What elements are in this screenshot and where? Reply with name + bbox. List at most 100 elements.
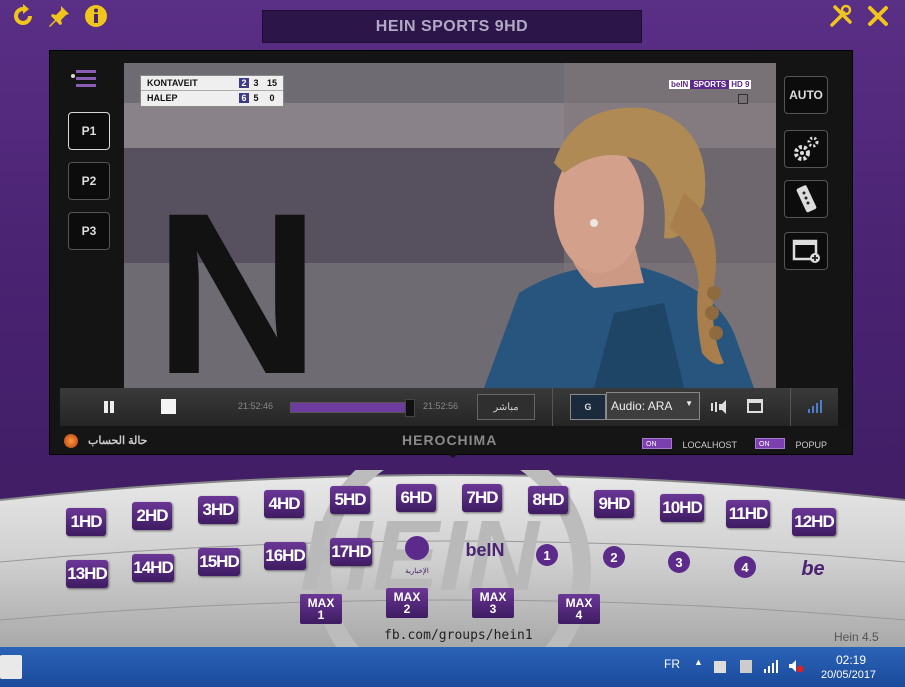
max-number: 3 bbox=[489, 602, 497, 616]
preset-p2-button[interactable]: P2 bbox=[68, 162, 110, 200]
brand-label: HEROCHIMA bbox=[402, 432, 498, 448]
flag-icon[interactable] bbox=[714, 661, 726, 673]
close-icon[interactable] bbox=[866, 4, 890, 28]
bein-3hd-logo[interactable]: 3 bbox=[668, 551, 690, 573]
logo-number: 2 bbox=[610, 549, 618, 565]
clock-date[interactable]: 20/05/2017 bbox=[821, 669, 876, 681]
preset-p1-button[interactable]: P1 bbox=[68, 112, 110, 150]
bein-news-logo[interactable]: الإخبارية bbox=[402, 536, 432, 575]
video-scene: N bbox=[124, 63, 776, 388]
toggle-state: ON bbox=[755, 438, 785, 450]
pin-icon[interactable] bbox=[47, 4, 71, 28]
pause-button[interactable] bbox=[102, 400, 116, 414]
channel-button-9hd[interactable]: 9HD bbox=[594, 490, 634, 518]
max-channel-button-4[interactable]: MAX 4 bbox=[558, 594, 600, 624]
channel-title: HEIN SPORTS 9HD bbox=[375, 17, 529, 35]
channel-title-bar: HEIN SPORTS 9HD bbox=[262, 10, 642, 43]
brand-arrow bbox=[443, 450, 463, 458]
divider bbox=[790, 388, 791, 426]
player-name: KONTAVEIT bbox=[147, 78, 198, 88]
overlay-square-icon bbox=[738, 94, 748, 104]
channel-button-12hd[interactable]: 12HD bbox=[792, 508, 836, 536]
max-channel-button-1[interactable]: MAX 1 bbox=[300, 594, 342, 624]
channel-overlay-logo: beIN SPORTS HD 9 bbox=[669, 77, 752, 91]
channel-panel: HEIN 1HD2HD3HD4HD5HD6HD7HD8HD9HD10HD11HD… bbox=[0, 470, 905, 647]
set-score: 5 bbox=[253, 93, 259, 103]
new-window-icon[interactable] bbox=[784, 232, 828, 270]
live-button[interactable]: مباشر bbox=[477, 394, 535, 420]
language-indicator[interactable]: FR bbox=[664, 657, 680, 671]
max-number: 4 bbox=[575, 608, 583, 622]
point-score: 0 bbox=[269, 93, 275, 103]
bein-sports-logo[interactable]: beIN bbox=[462, 540, 508, 566]
toggle-label: LOCALHOST bbox=[682, 440, 737, 450]
set-score: 3 bbox=[253, 78, 259, 88]
toggle-label: POPUP bbox=[795, 440, 827, 450]
device-icon[interactable] bbox=[740, 660, 752, 673]
localhost-toggle[interactable]: ON LOCALHOST bbox=[642, 435, 737, 453]
info-icon[interactable] bbox=[84, 4, 108, 28]
stop-button[interactable] bbox=[161, 399, 176, 414]
max-channel-button-2[interactable]: MAX 2 bbox=[386, 588, 428, 618]
logo-number: 3 bbox=[675, 554, 683, 570]
tray-expand-icon[interactable]: ▲ bbox=[694, 657, 703, 667]
logo-number: 4 bbox=[741, 559, 749, 575]
preset-p3-button[interactable]: P3 bbox=[68, 212, 110, 250]
max-channel-button-3[interactable]: MAX 3 bbox=[472, 588, 514, 618]
version-label: Hein 4.5 bbox=[834, 630, 879, 644]
divider bbox=[552, 388, 553, 426]
news-circle bbox=[405, 536, 429, 560]
channel-button-1hd[interactable]: 1HD bbox=[66, 508, 106, 536]
popup-toggle[interactable]: ON POPUP bbox=[755, 435, 827, 453]
channel-button-6hd[interactable]: 6HD bbox=[396, 484, 436, 512]
clock-time[interactable]: 02:19 bbox=[836, 653, 866, 667]
toggle-state: ON bbox=[642, 438, 672, 450]
bein-4hd-logo[interactable]: 4 bbox=[734, 556, 756, 578]
audio-select-value: Audio: ARA bbox=[611, 399, 673, 413]
channel-button-3hd[interactable]: 3HD bbox=[198, 496, 238, 524]
bein-logo-text: beIN bbox=[669, 79, 691, 89]
remote-icon[interactable] bbox=[784, 180, 828, 218]
volume-icon[interactable] bbox=[710, 399, 730, 415]
signal-icon bbox=[807, 398, 825, 414]
bein-2hd-logo[interactable]: 2 bbox=[603, 546, 625, 568]
account-status-label[interactable]: حالة الحساب bbox=[88, 434, 148, 447]
progress-handle[interactable] bbox=[405, 399, 416, 417]
channel-button-4hd[interactable]: 4HD bbox=[264, 490, 304, 518]
chevron-down-icon: ▼ bbox=[685, 399, 693, 408]
fullscreen-icon[interactable] bbox=[747, 399, 763, 413]
channel-button-15hd[interactable]: 15HD bbox=[198, 548, 240, 576]
channel-button-8hd[interactable]: 8HD bbox=[528, 486, 568, 514]
bein-junior-logo[interactable]: be bbox=[790, 558, 836, 586]
progress-bar[interactable] bbox=[290, 399, 416, 417]
footer-link[interactable]: fb.com/groups/hein1 bbox=[384, 628, 533, 643]
g-button[interactable]: G bbox=[570, 394, 606, 420]
hd-badge: HD 9 bbox=[729, 79, 752, 89]
app-window: HEIN SPORTS 9HD P1 P2 P3 N KONTAVEIT 2 3… bbox=[0, 0, 905, 647]
auto-button[interactable]: AUTO bbox=[784, 76, 828, 114]
settings-icon[interactable] bbox=[784, 130, 828, 168]
channel-button-11hd[interactable]: 11HD bbox=[726, 500, 770, 528]
menu-icon[interactable] bbox=[70, 69, 98, 91]
channel-button-7hd[interactable]: 7HD bbox=[462, 484, 502, 512]
network-icon[interactable] bbox=[764, 659, 778, 673]
video-frame[interactable]: N KONTAVEIT 2 3 15 HALEP 6 5 0 beIN SPOR… bbox=[124, 63, 776, 388]
bein-1hd-logo[interactable]: 1 bbox=[536, 544, 558, 566]
channel-button-5hd[interactable]: 5HD bbox=[330, 486, 370, 514]
audio-select[interactable]: Audio: ARA ▼ bbox=[606, 392, 700, 420]
speaker-muted-icon[interactable] bbox=[788, 659, 804, 673]
point-score: 15 bbox=[266, 78, 277, 88]
bg-letter: N bbox=[154, 165, 320, 388]
channel-button-17hd[interactable]: 17HD bbox=[330, 538, 372, 566]
channel-button-16hd[interactable]: 16HD bbox=[264, 542, 306, 570]
taskbar-app-icon[interactable] bbox=[0, 655, 22, 679]
max-number: 1 bbox=[317, 608, 325, 622]
video-player: P1 P2 P3 N KONTAVEIT 2 3 15 HALEP 6 5 0 … bbox=[49, 50, 853, 458]
channel-button-13hd[interactable]: 13HD bbox=[66, 560, 108, 588]
channel-button-2hd[interactable]: 2HD bbox=[132, 502, 172, 530]
time-start: 21:52:46 bbox=[238, 401, 274, 411]
channel-button-14hd[interactable]: 14HD bbox=[132, 554, 174, 582]
tools-icon[interactable] bbox=[829, 4, 853, 28]
refresh-icon[interactable] bbox=[11, 4, 35, 28]
channel-button-10hd[interactable]: 10HD bbox=[660, 494, 704, 522]
